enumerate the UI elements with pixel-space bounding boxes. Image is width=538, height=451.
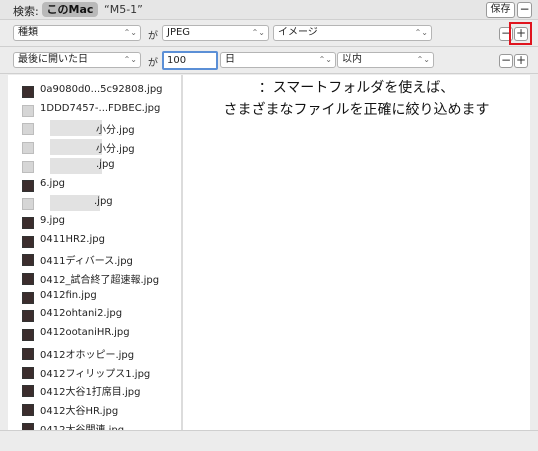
file-thumbnail-icon <box>22 179 34 192</box>
save-button[interactable]: 保存 <box>486 2 515 18</box>
redacted-filename <box>50 120 102 137</box>
file-thumbnail-icon <box>22 385 34 398</box>
file-thumbnail-icon <box>22 86 34 98</box>
file-name: 0412ootaniHR.jpg <box>40 327 130 339</box>
days-number-field[interactable]: 100 <box>162 51 218 70</box>
chevron-updown-icon: ⌃⌄ <box>123 55 137 64</box>
file-thumbnail-icon <box>22 310 34 323</box>
redacted-filename <box>50 157 102 174</box>
type-select-label: JPEG <box>167 27 191 38</box>
file-name: 9.jpg <box>40 214 66 226</box>
file-thumbnail-icon <box>22 104 34 117</box>
file-list-item[interactable]: 6.jpg <box>22 177 180 195</box>
file-thumbnail-icon <box>22 160 34 173</box>
file-list-item[interactable]: 小分.jpg <box>22 139 180 157</box>
file-name: 0412フィリップス1.jpg <box>40 368 151 380</box>
remove-search-button[interactable]: − <box>517 2 532 18</box>
file-list-item[interactable]: 小分.jpg <box>22 120 180 138</box>
file-list-item[interactable]: 0412オホッピー.jpg <box>22 345 180 363</box>
file-name: 0412大谷1打席目.jpg <box>40 387 141 399</box>
file-list-item[interactable]: 0412大谷HR.jpg <box>22 401 180 419</box>
file-list-item[interactable]: .jpg <box>22 195 180 213</box>
value-select-label: イメージ <box>278 27 318 38</box>
attribute-select-kind[interactable]: 種類 ⌃⌄ <box>13 25 141 41</box>
scope-this-mac-button[interactable]: このMac <box>42 2 98 17</box>
chevron-updown-icon: ⌃⌄ <box>251 28 265 37</box>
file-name: 0a9080d0...5c92808.jpg <box>40 84 163 95</box>
file-list-item[interactable]: 1DDD7457-...FDBEC.jpg <box>22 102 180 120</box>
criterion-row-kind: 種類 ⌃⌄ が JPEG ⌃⌄ イメージ ⌃⌄ − + <box>0 20 538 47</box>
file-name: 0412大谷HR.jpg <box>40 405 119 417</box>
redacted-filename <box>50 139 102 156</box>
add-criterion-button[interactable]: + <box>514 54 528 68</box>
preview-pane: ：スマートフォルダを使えば、 さまざまなファイルを正確に絞り込めます <box>183 75 530 430</box>
chevron-updown-icon: ⌃⌄ <box>416 55 430 64</box>
file-list-item[interactable]: 0411ディバース.jpg <box>22 251 180 269</box>
search-scope-bar: 検索: このMac “M5-1” 保存 − <box>0 0 538 20</box>
callout-line-1: ：スマートフォルダを使えば、 <box>258 80 455 96</box>
file-name: 小分.jpg <box>96 144 135 156</box>
file-thumbnail-icon <box>22 329 34 342</box>
file-list-item[interactable]: 0412大谷1打席目.jpg <box>22 382 180 400</box>
file-thumbnail-icon <box>22 235 34 248</box>
file-name: 0412オホッピー.jpg <box>40 349 135 361</box>
value-select-image[interactable]: イメージ ⌃⌄ <box>273 25 432 41</box>
file-name: 0412_試合終了超速報.jpg <box>40 275 160 286</box>
file-thumbnail-icon <box>22 216 34 229</box>
chevron-updown-icon: ⌃⌄ <box>414 28 428 37</box>
scope-folder-button[interactable]: “M5-1” <box>104 3 143 16</box>
file-thumbnail-icon <box>22 403 34 416</box>
file-thumbnail-icon <box>22 347 34 360</box>
attribute-select-label: 種類 <box>18 27 38 38</box>
unit-select-label: 日 <box>225 54 235 65</box>
attribute-select-label: 最後に開いた日 <box>18 54 88 65</box>
file-name: 0411ディバース.jpg <box>40 256 133 268</box>
file-thumbnail-icon <box>22 142 34 155</box>
remove-criterion-button[interactable]: − <box>499 54 513 68</box>
chevron-updown-icon: ⌃⌄ <box>123 28 137 37</box>
file-thumbnail-icon <box>22 254 34 267</box>
file-thumbnail-icon <box>22 366 34 379</box>
results-file-list[interactable]: 0a9080d0...5c92808.jpg 1DDD7457-...FDBEC.… <box>8 75 181 436</box>
file-thumbnail-icon <box>22 291 34 304</box>
file-list-item[interactable]: 0412ootaniHR.jpg <box>22 326 180 344</box>
file-name: .jpg <box>96 158 115 170</box>
file-list-item[interactable]: .jpg <box>22 157 180 176</box>
file-name: 6.jpg <box>40 177 66 189</box>
attribute-select-last-opened[interactable]: 最後に開いた日 ⌃⌄ <box>13 52 141 68</box>
range-select-label: 以内 <box>342 54 362 65</box>
file-list-item[interactable]: 0412fin.jpg <box>22 289 180 307</box>
add-criterion-highlight <box>509 22 532 45</box>
callout-line-2: さまざまなファイルを正確に絞り込めます <box>223 102 490 118</box>
file-thumbnail-icon <box>22 198 34 211</box>
file-thumbnail-icon <box>22 123 34 136</box>
chevron-updown-icon: ⌃⌄ <box>318 55 332 64</box>
redacted-filename <box>50 195 100 212</box>
status-footer <box>0 430 538 451</box>
file-name: 0412fin.jpg <box>40 289 97 301</box>
file-name: .jpg <box>94 196 113 208</box>
file-list-item[interactable]: 0412ohtani2.jpg <box>22 307 180 325</box>
file-list-item[interactable]: 0a9080d0...5c92808.jpg <box>22 83 180 101</box>
connector-label: が <box>148 31 158 42</box>
connector-label: が <box>148 58 158 69</box>
file-name: 小分.jpg <box>96 125 135 137</box>
file-name: 1DDD7457-...FDBEC.jpg <box>40 102 161 114</box>
unit-select-days[interactable]: 日 ⌃⌄ <box>220 52 336 68</box>
file-list-item[interactable]: 0412フィリップス1.jpg <box>22 364 180 382</box>
type-select-jpeg[interactable]: JPEG ⌃⌄ <box>162 25 269 41</box>
file-name: 0412ohtani2.jpg <box>40 308 123 320</box>
file-list-item[interactable]: 0411HR2.jpg <box>22 233 180 251</box>
search-label: 検索: <box>13 5 39 18</box>
criterion-row-last-opened: 最後に開いた日 ⌃⌄ が 100 日 ⌃⌄ 以内 ⌃⌄ − + <box>0 47 538 74</box>
file-thumbnail-icon <box>22 273 34 285</box>
file-list-item[interactable]: 9.jpg <box>22 214 180 232</box>
file-list-item[interactable]: 0412_試合終了超速報.jpg <box>22 270 180 288</box>
file-name: 0411HR2.jpg <box>40 233 105 245</box>
range-select-within[interactable]: 以内 ⌃⌄ <box>337 52 434 68</box>
